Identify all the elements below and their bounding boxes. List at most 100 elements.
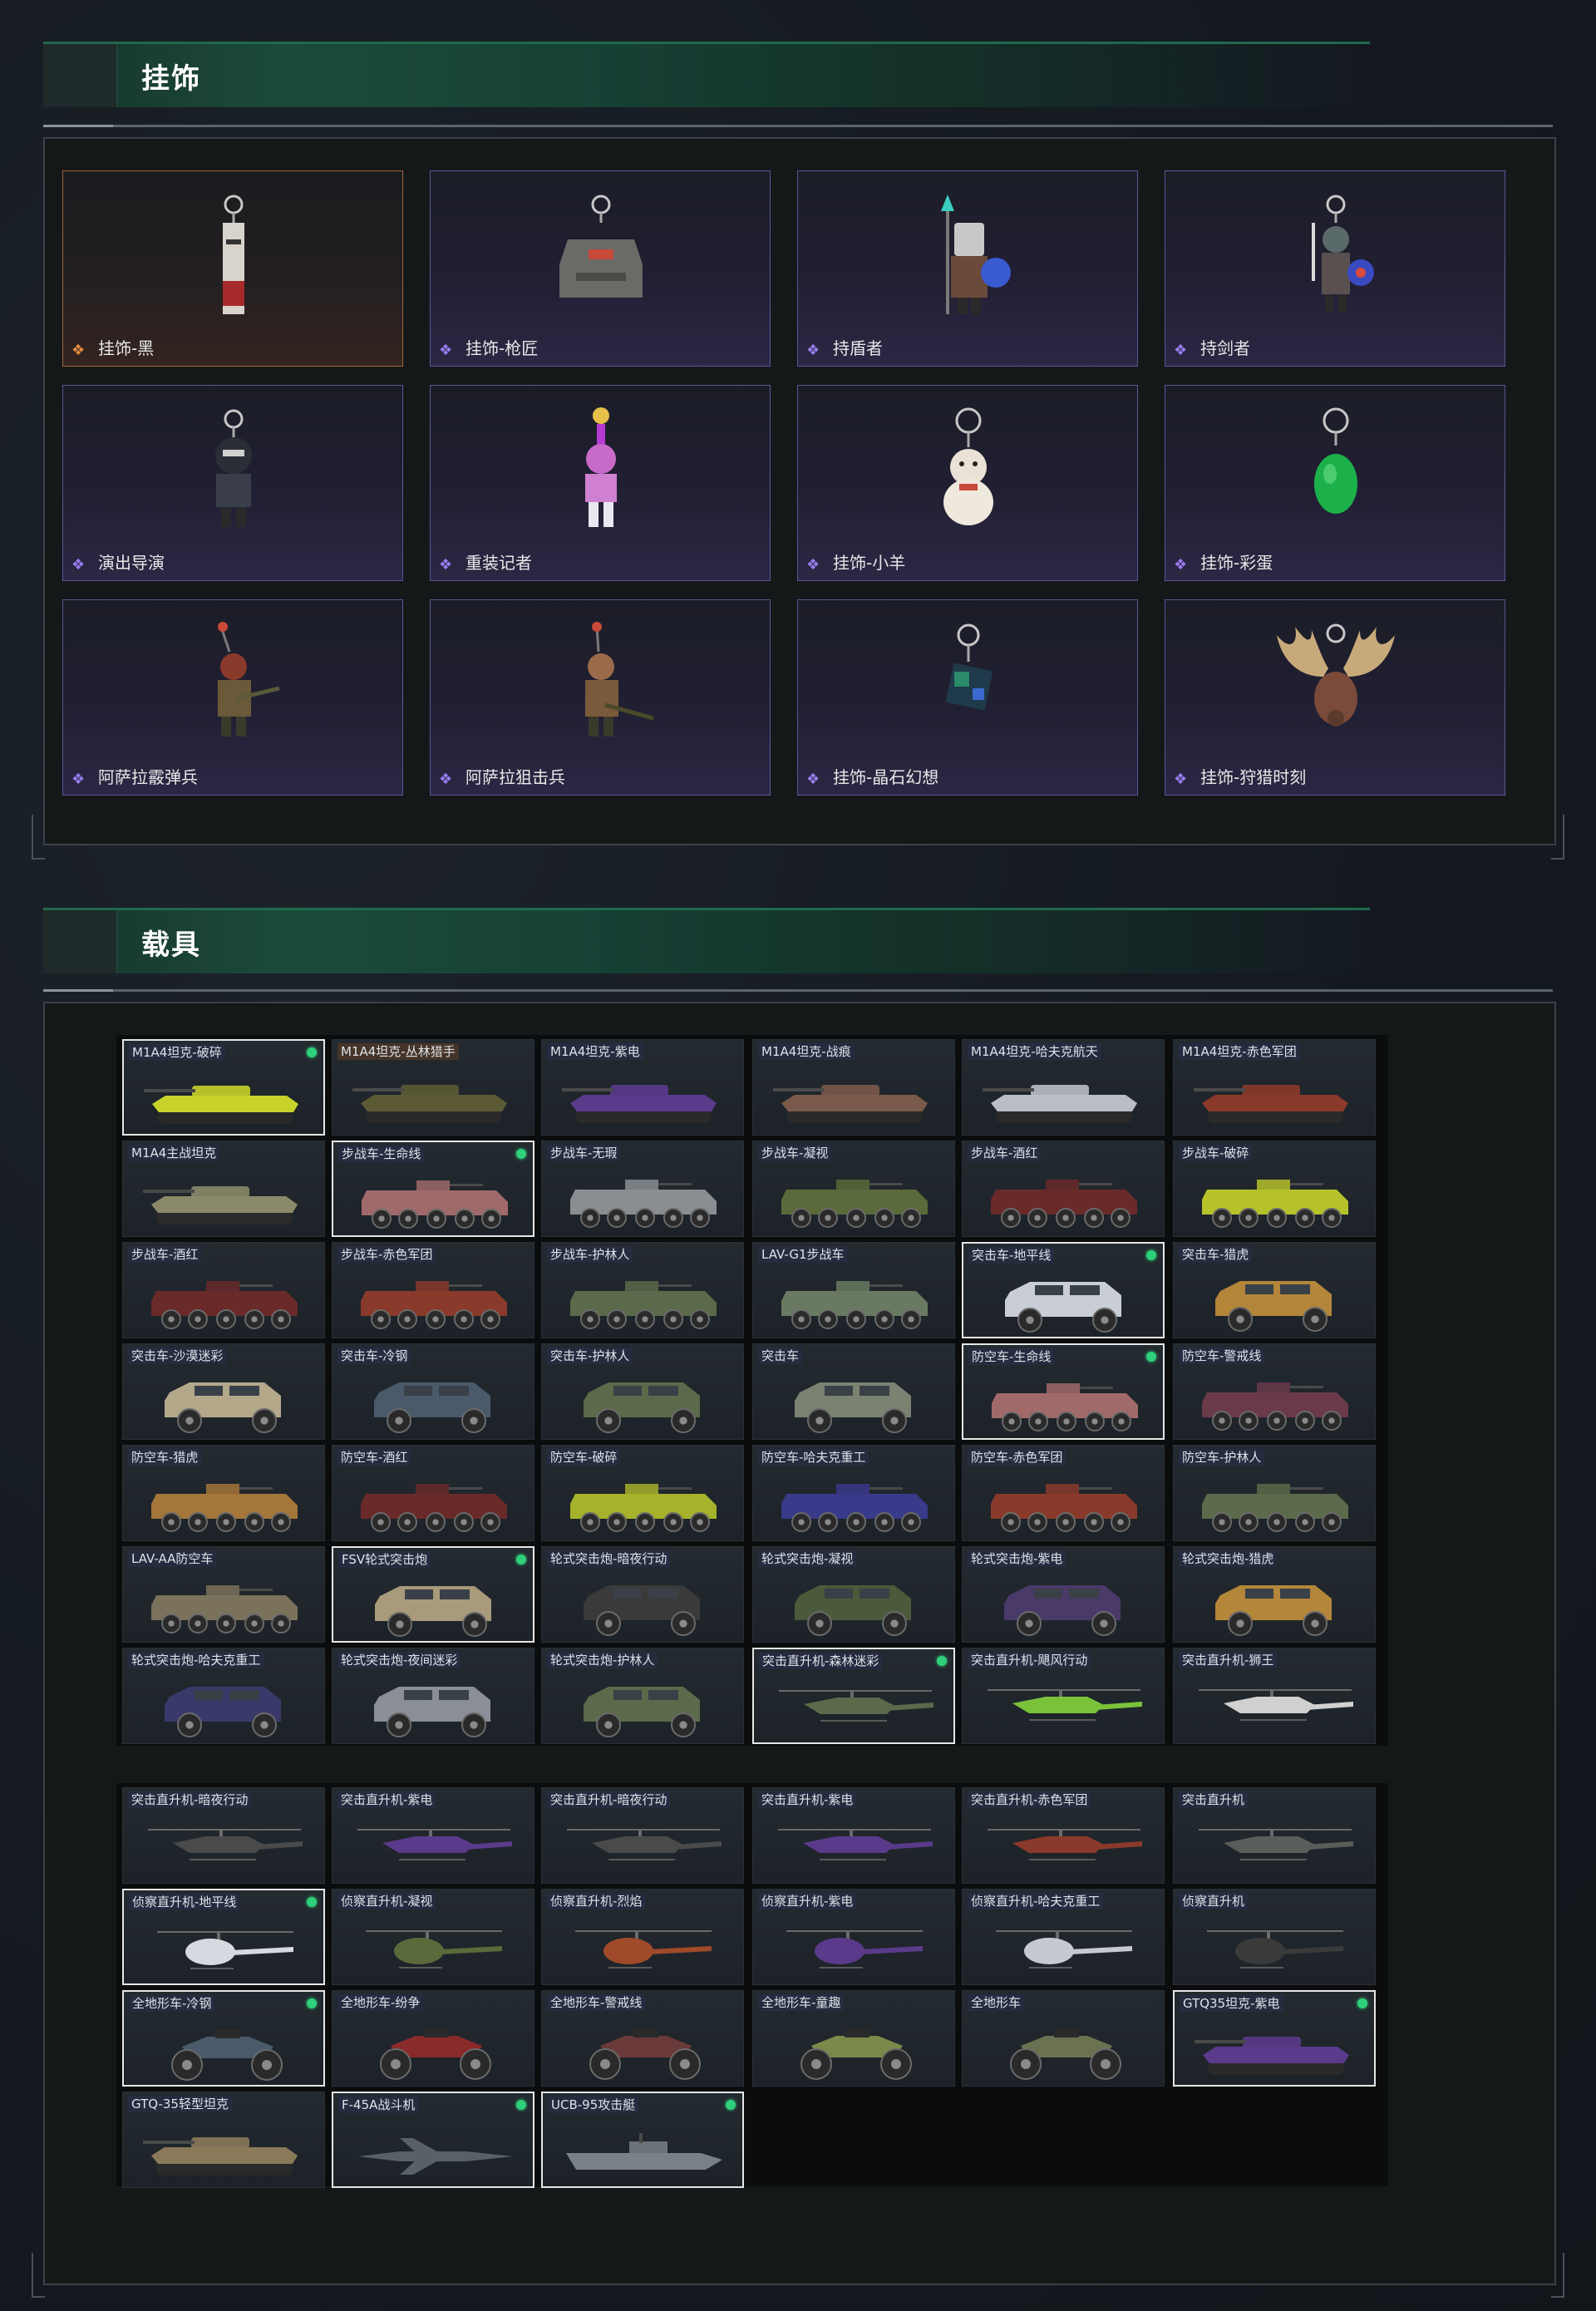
vehicle-card[interactable]: M1A4坦克-战痕 — [752, 1039, 955, 1136]
vehicle-card[interactable]: 防空车-破碎 — [541, 1445, 744, 1541]
charm-card[interactable]: ❖ 挂饰-枪匠 — [430, 170, 771, 367]
vehicle-card[interactable]: 防空车-哈夫克重工 — [752, 1445, 955, 1541]
vehicle-tank-icon — [1194, 1085, 1348, 1123]
vehicle-card[interactable]: M1A4坦克-赤色军团 — [1173, 1039, 1376, 1136]
rarity-diamond-icon: ❖ — [806, 771, 820, 788]
vehicle-ifv-icon — [570, 1281, 717, 1329]
equipped-indicator-dot — [307, 1047, 317, 1057]
vehicle-card[interactable]: 侦察直升机-凝视 — [332, 1889, 534, 1985]
charm-card[interactable]: ❖ 挂饰-狩猎时刻 — [1165, 599, 1505, 796]
section-divider — [43, 989, 1553, 992]
vehicle-card[interactable]: 侦察直升机-紫电 — [752, 1889, 955, 1985]
vehicle-card[interactable]: 突击直升机-紫电 — [752, 1787, 955, 1884]
charm-card[interactable]: ❖ 持剑者 — [1165, 170, 1505, 367]
vehicle-card[interactable]: 步战车-酒红 — [122, 1242, 325, 1338]
vehicle-card[interactable]: M1A4坦克-破碎 — [122, 1039, 325, 1136]
vehicle-card[interactable]: 防空车-赤色军团 — [962, 1445, 1165, 1541]
vehicle-card[interactable]: M1A4坦克-丛林猎手 — [332, 1039, 534, 1136]
vehicle-card[interactable]: 步战车-破碎 — [1173, 1141, 1376, 1237]
charm-card[interactable]: ❖ 挂饰-彩蛋 — [1165, 385, 1505, 581]
vehicle-label: 步战车-无瑕 — [547, 1145, 621, 1161]
vehicle-suv-icon — [584, 1687, 700, 1737]
charm-card[interactable]: ❖ 挂饰-黑 — [62, 170, 403, 367]
vehicle-card[interactable]: GTQ35坦克-紫电 — [1173, 1990, 1376, 2087]
vehicle-card[interactable]: LAV-AA防空车 — [122, 1546, 325, 1643]
vehicle-suv-icon — [374, 1687, 490, 1737]
vehicle-card[interactable]: 突击直升机-紫电 — [332, 1787, 534, 1884]
vehicle-ifv-icon — [1202, 1382, 1348, 1431]
charm-card[interactable]: ❖ 持盾者 — [797, 170, 1138, 367]
vehicle-card[interactable]: 突击车-冷钢 — [332, 1343, 534, 1440]
vehicle-card[interactable]: 全地形车-冷钢 — [122, 1990, 325, 2087]
vehicle-card[interactable]: 步战车-无瑕 — [541, 1141, 744, 1237]
charm-label: 挂饰-黑 — [98, 338, 155, 358]
charm-card[interactable]: ❖ 挂饰-小羊 — [797, 385, 1138, 581]
vehicle-card[interactable]: 突击直升机-飓风行动 — [962, 1648, 1165, 1744]
vehicle-card[interactable]: 步战车-酒红 — [962, 1141, 1165, 1237]
charm-card[interactable]: ❖ 阿萨拉狙击兵 — [430, 599, 771, 796]
vehicle-card[interactable]: M1A4坦克-哈夫克航天 — [962, 1039, 1165, 1136]
vehicle-card[interactable]: 突击直升机 — [1173, 1787, 1376, 1884]
vehicle-label: 侦察直升机-紫电 — [758, 1893, 857, 1909]
vehicle-card[interactable]: 步战车-生命线 — [332, 1141, 534, 1237]
vehicle-card[interactable]: 轮式突击炮-夜间迷彩 — [332, 1648, 534, 1744]
rarity-diamond-icon: ❖ — [439, 556, 453, 574]
vehicle-card[interactable]: 步战车-凝视 — [752, 1141, 955, 1237]
vehicle-card[interactable]: 突击直升机-暗夜行动 — [122, 1787, 325, 1884]
vehicle-card[interactable]: 突击车-猎虎 — [1173, 1242, 1376, 1338]
charm-card[interactable]: ❖ 重装记者 — [430, 385, 771, 581]
vehicle-card[interactable]: 轮式突击炮-哈夫克重工 — [122, 1648, 325, 1744]
rarity-diamond-icon: ❖ — [1174, 771, 1188, 788]
vehicle-card[interactable]: 侦察直升机 — [1173, 1889, 1376, 1985]
vehicle-label: UCB-95攻击艇 — [548, 2097, 639, 2113]
vehicle-card[interactable]: 防空车-护林人 — [1173, 1445, 1376, 1541]
charm-card[interactable]: ❖ 阿萨拉霰弹兵 — [62, 599, 403, 796]
charm-card[interactable]: ❖ 演出导演 — [62, 385, 403, 581]
vehicle-tank-icon — [143, 1186, 298, 1224]
vehicle-card[interactable]: UCB-95攻击艇 — [541, 2092, 744, 2188]
vehicle-suv-icon — [584, 1585, 700, 1636]
vehicle-label: 全地形车 — [968, 1994, 1025, 2011]
vehicle-card[interactable]: 突击车 — [752, 1343, 955, 1440]
vehicle-card[interactable]: 步战车-护林人 — [541, 1242, 744, 1338]
vehicle-card[interactable]: F-45A战斗机 — [332, 2092, 534, 2188]
vehicle-card[interactable]: 侦察直升机-哈夫克重工 — [962, 1889, 1165, 1985]
vehicle-card[interactable]: 防空车-酒红 — [332, 1445, 534, 1541]
vehicle-card[interactable]: 全地形车-纷争 — [332, 1990, 534, 2087]
vehicle-card[interactable]: 轮式突击炮-猎虎 — [1173, 1546, 1376, 1643]
vehicle-card[interactable]: FSV轮式突击炮 — [332, 1546, 534, 1643]
vehicle-card[interactable]: 突击直升机-赤色军团 — [962, 1787, 1165, 1884]
vehicle-scout-icon — [575, 1930, 712, 1969]
vehicle-card[interactable]: 侦察直升机-烈焰 — [541, 1889, 744, 1985]
vehicle-atv-icon — [800, 2029, 912, 2080]
charm-card[interactable]: ❖ 挂饰-晶石幻想 — [797, 599, 1138, 796]
charm-label: 挂饰-彩蛋 — [1200, 553, 1273, 573]
vehicle-card[interactable]: 全地形车-警戒线 — [541, 1990, 744, 2087]
vehicle-card[interactable]: 突击直升机-狮王 — [1173, 1648, 1376, 1744]
vehicle-card[interactable]: 轮式突击炮-暗夜行动 — [541, 1546, 744, 1643]
vehicle-card[interactable]: M1A4主战坦克 — [122, 1141, 325, 1237]
vehicle-card[interactable]: 全地形车-童趣 — [752, 1990, 955, 2087]
vehicle-card[interactable]: 轮式突击炮-护林人 — [541, 1648, 744, 1744]
vehicle-card[interactable]: 突击直升机-森林迷彩 — [752, 1648, 955, 1744]
vehicle-card[interactable]: 防空车-猎虎 — [122, 1445, 325, 1541]
vehicle-card[interactable]: 步战车-赤色军团 — [332, 1242, 534, 1338]
vehicle-card[interactable]: 防空车-警戒线 — [1173, 1343, 1376, 1440]
section-tab-marker — [43, 910, 117, 973]
vehicle-card[interactable]: 突击车-地平线 — [962, 1242, 1165, 1338]
vehicle-card[interactable]: 轮式突击炮-凝视 — [752, 1546, 955, 1643]
vehicle-card[interactable]: 突击直升机-暗夜行动 — [541, 1787, 744, 1884]
vehicle-card[interactable]: 突击车-沙漠迷彩 — [122, 1343, 325, 1440]
vehicle-label: 侦察直升机-凝视 — [337, 1893, 436, 1909]
vehicle-card[interactable]: GTQ-35轻型坦克 — [122, 2092, 325, 2188]
vehicle-card[interactable]: 轮式突击炮-紫电 — [962, 1546, 1165, 1643]
vehicle-card[interactable]: 突击车-护林人 — [541, 1343, 744, 1440]
vehicle-card[interactable]: 侦察直升机-地平线 — [122, 1889, 325, 1985]
vehicle-label: 防空车-酒红 — [337, 1449, 411, 1466]
vehicle-card[interactable]: 防空车-生命线 — [962, 1343, 1165, 1440]
vehicle-card[interactable]: LAV-G1步战车 — [752, 1242, 955, 1338]
vehicle-card[interactable]: M1A4坦克-紫电 — [541, 1039, 744, 1136]
vehicle-label: 防空车-赤色军团 — [968, 1449, 1066, 1466]
rarity-diamond-icon: ❖ — [1174, 342, 1188, 359]
vehicle-card[interactable]: 全地形车 — [962, 1990, 1165, 2087]
